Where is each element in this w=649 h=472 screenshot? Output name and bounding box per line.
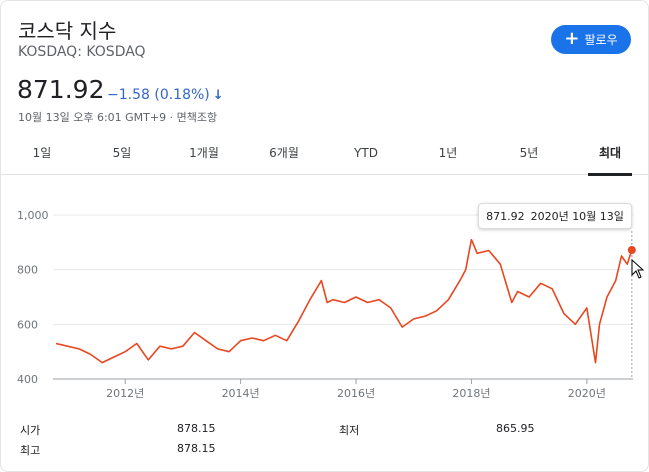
tab-5[interactable]: 1년 <box>433 135 463 175</box>
follow-button[interactable]: + 팔로우 <box>551 25 631 54</box>
x-tick-label: 2018년 <box>452 387 490 400</box>
ticker-symbol: KOSDAQ: KOSDAQ <box>18 44 146 60</box>
tab-7[interactable]: 최대 <box>588 135 632 176</box>
tab-4[interactable]: YTD <box>348 135 384 175</box>
tab-2[interactable]: 1개월 <box>183 135 225 175</box>
tab-6[interactable]: 5년 <box>514 135 544 175</box>
arrow-down-icon: ↓ <box>212 87 224 103</box>
price-change: −1.58 (0.18%) ↓ <box>107 87 224 103</box>
y-tick-label: 1,000 <box>17 209 49 222</box>
open-value: 878.15 <box>177 422 216 435</box>
x-tick-label: 2020년 <box>568 387 606 400</box>
stats-row-high: 최고 878.15 <box>1 442 648 462</box>
tab-3[interactable]: 6개월 <box>263 135 305 175</box>
series-line <box>55 238 633 364</box>
range-tabs: 1일 5일 1개월 6개월 YTD 1년 5년 최대 <box>1 135 648 176</box>
x-tick-label: 2014년 <box>222 387 260 400</box>
x-tick-label: 2012년 <box>106 387 144 400</box>
x-tick-label: 2016년 <box>337 387 375 400</box>
quote-timestamp: 10월 13일 오후 6:01 GMT+9 · 면책조항 <box>18 111 218 124</box>
open-label: 시가 <box>20 424 41 437</box>
index-title: 코스닥 지수 <box>18 19 117 43</box>
data-point-latest <box>627 246 636 255</box>
follow-label: 팔로우 <box>584 33 618 47</box>
series-area <box>56 240 632 379</box>
plus-icon: + <box>564 27 580 49</box>
stock-card: 코스닥 지수 KOSDAQ: KOSDAQ + 팔로우 871.92 −1.58… <box>0 0 649 472</box>
high-label: 최고 <box>20 444 41 457</box>
y-tick-label: 800 <box>17 264 38 277</box>
tooltip-date: 2020년 10월 13일 <box>530 210 624 223</box>
y-tick-label: 400 <box>17 373 38 386</box>
chart-tooltip: 871.92 2020년 10월 13일 <box>478 203 632 229</box>
tooltip-value: 871.92 <box>486 209 525 223</box>
mouse-cursor-icon <box>631 259 645 279</box>
tab-1[interactable]: 5일 <box>107 135 137 175</box>
high-value: 878.15 <box>177 442 216 455</box>
low-label: 최저 <box>339 424 360 437</box>
tab-0[interactable]: 1일 <box>27 135 57 175</box>
low-value: 865.95 <box>496 422 535 435</box>
price-change-text: −1.58 (0.18%) <box>107 87 210 103</box>
stats-row-open: 시가 878.15 최저 865.95 <box>1 422 648 442</box>
y-tick-label: 600 <box>17 318 38 331</box>
current-price: 871.92 <box>17 75 105 104</box>
